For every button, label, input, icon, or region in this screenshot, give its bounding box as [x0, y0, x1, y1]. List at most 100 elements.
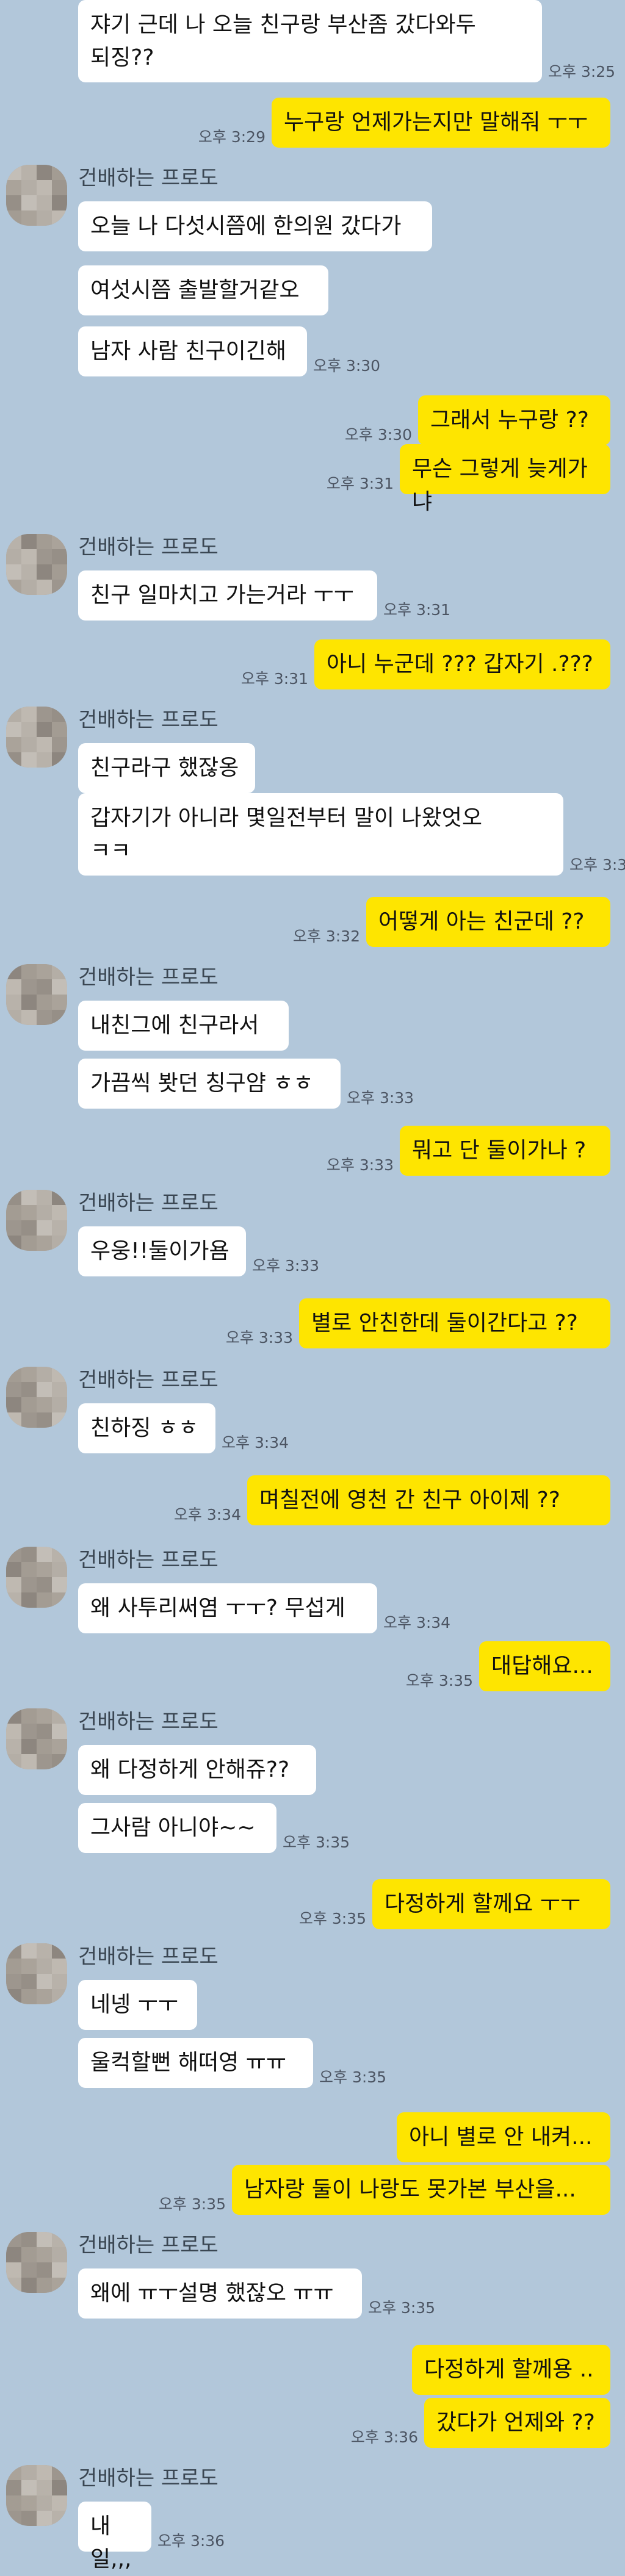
avatar-blur-tile	[6, 580, 21, 595]
message-timestamp: 오후 3:34	[173, 1506, 241, 1524]
avatar-blur-tile	[37, 964, 52, 979]
outgoing-message-bubble[interactable]: 누구랑 언제가는지만 말해줘 ㅜㅜ	[272, 98, 610, 148]
outgoing-message-bubble[interactable]: 다정하게 할께용 ..	[412, 2345, 610, 2395]
incoming-message-bubble[interactable]: 그사람 아니야~~	[78, 1803, 276, 1853]
avatar-blur-tile	[52, 707, 67, 722]
avatar-blur-tile	[52, 580, 67, 595]
outgoing-message-bubble[interactable]: 별로 안친한데 둘이간다고 ??	[299, 1298, 610, 1348]
avatar-blur-tile	[6, 1754, 21, 1769]
contact-avatar-icon[interactable]	[6, 1190, 67, 1251]
avatar-blur-tile	[52, 1412, 67, 1428]
contact-avatar-icon[interactable]	[6, 964, 67, 1025]
outgoing-message-bubble[interactable]: 무슨 그렇게 늦게가냐	[400, 444, 610, 514]
incoming-message-bubble[interactable]: 여섯시쯤 출발할거같오	[78, 265, 328, 315]
avatar-blur-tile	[21, 1382, 37, 1397]
outgoing-message-bubble[interactable]: 그래서 누구랑 ??	[418, 395, 610, 445]
contact-avatar-icon[interactable]	[6, 2465, 67, 2526]
avatar-blur-tile	[37, 549, 52, 564]
message-timestamp: 오후 3:34	[383, 1614, 451, 1632]
contact-name: 건배하는 프로도	[78, 708, 219, 732]
avatar-blur-tile	[6, 2278, 21, 2293]
avatar-blur-tile	[52, 979, 67, 995]
outgoing-message-bubble[interactable]: 대답해요...	[479, 1641, 610, 1691]
avatar-blur-tile	[6, 534, 21, 549]
incoming-message-bubble[interactable]: 우웅!!둘이가욤	[78, 1226, 246, 1276]
avatar-blur-tile	[21, 1959, 37, 1974]
incoming-message-bubble[interactable]: 왜 다정하게 안해쥬??	[78, 1745, 316, 1795]
incoming-message-bubble[interactable]: 내친그에 친구라서	[78, 1001, 289, 1051]
contact-avatar-icon[interactable]	[6, 1943, 67, 2004]
message-timestamp: 오후 3:35	[158, 2195, 226, 2213]
avatar-blur-tile	[21, 534, 37, 549]
avatar-blur-tile	[37, 1577, 52, 1592]
avatar-blur-tile	[6, 1547, 21, 1562]
message-timestamp: 오후 3:35	[283, 1833, 350, 1851]
incoming-message-bubble[interactable]: 왜 사투리써염 ㅜㅜ? 무섭게	[78, 1583, 377, 1633]
contact-avatar-icon[interactable]	[6, 1367, 67, 1428]
avatar-blur-tile	[21, 1236, 37, 1251]
avatar-blur-tile	[6, 1412, 21, 1428]
chat-room: 쟈기 근데 나 오늘 친구랑 부산좀 갔다와두 되징?? 오후 3:25 누구랑 언…	[0, 0, 625, 2572]
message-timestamp: 오후 3:32	[569, 856, 625, 874]
contact-avatar-icon[interactable]	[6, 534, 67, 595]
incoming-message-bubble[interactable]: 내일,,,	[78, 2502, 151, 2572]
contact-avatar-icon[interactable]	[6, 165, 67, 226]
avatar-blur-tile	[6, 964, 21, 979]
contact-avatar-icon[interactable]	[6, 1547, 67, 1608]
avatar-blur-tile	[52, 2465, 67, 2480]
incoming-message-bubble[interactable]: 쟈기 근데 나 오늘 친구랑 부산좀 갔다와두 되징??	[78, 0, 542, 82]
avatar-blur-tile	[21, 1220, 37, 1236]
avatar-blur-tile	[6, 995, 21, 1010]
outgoing-message-bubble[interactable]: 남자랑 둘이 나랑도 못가본 부산을...	[232, 2165, 610, 2215]
outgoing-message-bubble[interactable]: 며칠전에 영천 간 친구 아이제 ??	[247, 1475, 610, 1525]
incoming-message-bubble[interactable]: 가끔씩 봣던 칭구얌 ㅎㅎ	[78, 1059, 341, 1109]
avatar-blur-tile	[52, 1989, 67, 2004]
outgoing-message-bubble[interactable]: 갔다가 언제와 ??	[424, 2398, 610, 2448]
avatar-blur-tile	[37, 1592, 52, 1608]
outgoing-message-bubble[interactable]: 아니 누군데 ??? 갑자기 .???	[314, 639, 610, 689]
avatar-blur-tile	[6, 1382, 21, 1397]
outgoing-message-bubble[interactable]: 아니 별로 안 내켜...	[397, 2112, 610, 2162]
outgoing-message-bubble[interactable]: 어떻게 아는 친군데 ??	[366, 897, 610, 947]
avatar-blur-tile	[37, 752, 52, 768]
incoming-message-bubble[interactable]: 남자 사람 친구이긴해	[78, 326, 307, 376]
avatar-blur-tile	[52, 2278, 67, 2293]
contact-name: 건배하는 프로도	[78, 965, 219, 990]
avatar-blur-tile	[37, 2232, 52, 2247]
avatar-blur-tile	[6, 1974, 21, 1989]
contact-name: 건배하는 프로도	[78, 1191, 219, 1215]
incoming-message-bubble[interactable]: 갑자기가 아니라 몇일전부터 말이 나왔엇오 ㅋㅋ	[78, 793, 563, 876]
incoming-message-bubble[interactable]: 왜에 ㅠㅜ설명 했잖오 ㅠㅠ	[78, 2268, 362, 2319]
avatar-blur-tile	[21, 722, 37, 737]
avatar-blur-tile	[37, 1236, 52, 1251]
avatar-blur-tile	[37, 1754, 52, 1769]
outgoing-message-bubble[interactable]: 다정하게 할께요 ㅜㅜ	[372, 1879, 610, 1929]
avatar-blur-tile	[21, 1010, 37, 1025]
contact-avatar-icon[interactable]	[6, 1708, 67, 1769]
avatar-blur-tile	[21, 2511, 37, 2526]
avatar-blur-tile	[6, 2480, 21, 2495]
avatar-blur-tile	[6, 549, 21, 564]
avatar-blur-tile	[21, 2262, 37, 2278]
avatar-blur-tile	[37, 707, 52, 722]
avatar-blur-tile	[52, 2232, 67, 2247]
avatar-blur-tile	[37, 2480, 52, 2495]
incoming-message-bubble[interactable]: 친구 일마치고 가는거라 ㅜㅜ	[78, 570, 377, 621]
incoming-message-bubble[interactable]: 네넹 ㅜㅜ	[78, 1980, 197, 2030]
avatar-blur-tile	[52, 1724, 67, 1739]
avatar-blur-tile	[52, 1739, 67, 1754]
incoming-message-bubble[interactable]: 친구라구 했잖옹	[78, 743, 255, 793]
incoming-message-bubble[interactable]: 울컥할뻔 해떠영 ㅠㅠ	[78, 2038, 313, 2088]
avatar-blur-tile	[21, 564, 37, 580]
incoming-message-bubble[interactable]: 친하징 ㅎㅎ	[78, 1403, 215, 1453]
avatar-blur-tile	[52, 1010, 67, 1025]
contact-avatar-icon[interactable]	[6, 707, 67, 768]
avatar-blur-tile	[21, 1708, 37, 1724]
avatar-blur-tile	[52, 195, 67, 210]
outgoing-message-bubble[interactable]: 뭐고 단 둘이가나 ?	[400, 1126, 610, 1176]
avatar-blur-tile	[37, 2247, 52, 2262]
incoming-message-bubble[interactable]: 오늘 나 다섯시쯤에 한의원 갔다가	[78, 201, 432, 251]
avatar-blur-tile	[21, 2480, 37, 2495]
contact-avatar-icon[interactable]	[6, 2232, 67, 2293]
avatar-blur-tile	[37, 210, 52, 226]
